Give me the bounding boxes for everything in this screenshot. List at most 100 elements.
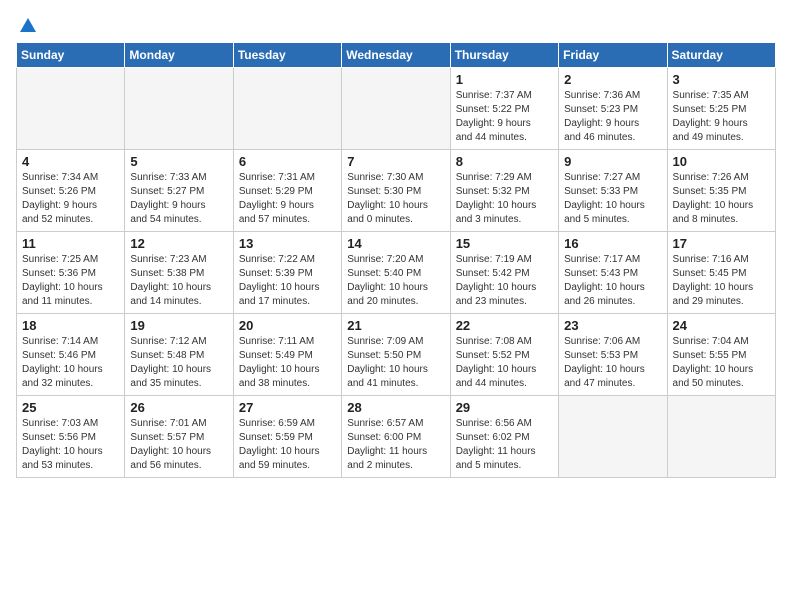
logo-icon <box>18 16 38 36</box>
day-number: 18 <box>22 318 119 333</box>
day-number: 24 <box>673 318 770 333</box>
day-content: Sunrise: 7:26 AM Sunset: 5:35 PM Dayligh… <box>673 171 770 227</box>
day-content: Sunrise: 7:31 AM Sunset: 5:29 PM Dayligh… <box>239 171 336 227</box>
day-number: 2 <box>564 72 661 87</box>
calendar-cell: 20 Sunrise: 7:11 AM Sunset: 5:49 PM Dayli… <box>233 314 341 396</box>
day-content: Sunrise: 7:36 AM Sunset: 5:23 PM Dayligh… <box>564 89 661 145</box>
calendar-cell <box>125 68 233 150</box>
header-tuesday: Tuesday <box>233 43 341 68</box>
day-content: Sunrise: 7:12 AM Sunset: 5:48 PM Dayligh… <box>130 335 227 391</box>
day-content: Sunrise: 7:33 AM Sunset: 5:27 PM Dayligh… <box>130 171 227 227</box>
day-content: Sunrise: 6:59 AM Sunset: 5:59 PM Dayligh… <box>239 417 336 473</box>
day-content: Sunrise: 7:19 AM Sunset: 5:42 PM Dayligh… <box>456 253 553 309</box>
calendar-cell: 29 Sunrise: 6:56 AM Sunset: 6:02 PM Dayli… <box>450 396 558 478</box>
day-number: 9 <box>564 154 661 169</box>
calendar-cell: 19 Sunrise: 7:12 AM Sunset: 5:48 PM Dayli… <box>125 314 233 396</box>
day-content: Sunrise: 7:27 AM Sunset: 5:33 PM Dayligh… <box>564 171 661 227</box>
day-number: 17 <box>673 236 770 251</box>
day-number: 25 <box>22 400 119 415</box>
day-number: 21 <box>347 318 444 333</box>
day-content: Sunrise: 7:11 AM Sunset: 5:49 PM Dayligh… <box>239 335 336 391</box>
day-number: 1 <box>456 72 553 87</box>
day-number: 12 <box>130 236 227 251</box>
day-content: Sunrise: 7:16 AM Sunset: 5:45 PM Dayligh… <box>673 253 770 309</box>
day-content: Sunrise: 7:06 AM Sunset: 5:53 PM Dayligh… <box>564 335 661 391</box>
day-content: Sunrise: 7:23 AM Sunset: 5:38 PM Dayligh… <box>130 253 227 309</box>
calendar-cell: 22Sunrise: 7:08 AM Sunset: 5:52 PM Dayli… <box>450 314 558 396</box>
calendar-cell: 17 Sunrise: 7:16 AM Sunset: 5:45 PM Dayli… <box>667 232 775 314</box>
day-content: Sunrise: 7:09 AM Sunset: 5:50 PM Dayligh… <box>347 335 444 391</box>
header-friday: Friday <box>559 43 667 68</box>
calendar-cell: 7 Sunrise: 7:30 AM Sunset: 5:30 PM Daylig… <box>342 150 450 232</box>
day-content: Sunrise: 7:20 AM Sunset: 5:40 PM Dayligh… <box>347 253 444 309</box>
day-number: 19 <box>130 318 227 333</box>
calendar-cell: 16Sunrise: 7:17 AM Sunset: 5:43 PM Dayli… <box>559 232 667 314</box>
day-number: 3 <box>673 72 770 87</box>
day-number: 14 <box>347 236 444 251</box>
page-header <box>16 16 776 30</box>
calendar-week-1: 1 Sunrise: 7:37 AM Sunset: 5:22 PM Daylig… <box>17 68 776 150</box>
calendar-cell: 4 Sunrise: 7:34 AM Sunset: 5:26 PM Daylig… <box>17 150 125 232</box>
calendar-cell <box>17 68 125 150</box>
day-content: Sunrise: 7:35 AM Sunset: 5:25 PM Dayligh… <box>673 89 770 145</box>
calendar-cell <box>667 396 775 478</box>
calendar-cell: 10 Sunrise: 7:26 AM Sunset: 5:35 PM Dayli… <box>667 150 775 232</box>
day-content: Sunrise: 6:57 AM Sunset: 6:00 PM Dayligh… <box>347 417 444 473</box>
day-content: Sunrise: 7:34 AM Sunset: 5:26 PM Dayligh… <box>22 171 119 227</box>
calendar-cell: 9 Sunrise: 7:27 AM Sunset: 5:33 PM Daylig… <box>559 150 667 232</box>
calendar-week-5: 25 Sunrise: 7:03 AM Sunset: 5:56 PM Dayli… <box>17 396 776 478</box>
day-content: Sunrise: 6:56 AM Sunset: 6:02 PM Dayligh… <box>456 417 553 473</box>
day-number: 15 <box>456 236 553 251</box>
day-number: 13 <box>239 236 336 251</box>
calendar-cell: 13 Sunrise: 7:22 AM Sunset: 5:39 PM Dayli… <box>233 232 341 314</box>
day-content: Sunrise: 7:04 AM Sunset: 5:55 PM Dayligh… <box>673 335 770 391</box>
day-content: Sunrise: 7:01 AM Sunset: 5:57 PM Dayligh… <box>130 417 227 473</box>
header-sunday: Sunday <box>17 43 125 68</box>
calendar-cell: 12 Sunrise: 7:23 AM Sunset: 5:38 PM Dayli… <box>125 232 233 314</box>
day-content: Sunrise: 7:17 AM Sunset: 5:43 PM Dayligh… <box>564 253 661 309</box>
calendar-week-2: 4 Sunrise: 7:34 AM Sunset: 5:26 PM Daylig… <box>17 150 776 232</box>
day-content: Sunrise: 7:37 AM Sunset: 5:22 PM Dayligh… <box>456 89 553 145</box>
calendar-cell: 27 Sunrise: 6:59 AM Sunset: 5:59 PM Dayli… <box>233 396 341 478</box>
day-number: 27 <box>239 400 336 415</box>
calendar-week-4: 18Sunrise: 7:14 AM Sunset: 5:46 PM Dayli… <box>17 314 776 396</box>
calendar-cell: 21 Sunrise: 7:09 AM Sunset: 5:50 PM Dayli… <box>342 314 450 396</box>
calendar-cell: 6 Sunrise: 7:31 AM Sunset: 5:29 PM Daylig… <box>233 150 341 232</box>
calendar-cell: 8 Sunrise: 7:29 AM Sunset: 5:32 PM Daylig… <box>450 150 558 232</box>
calendar-cell: 26 Sunrise: 7:01 AM Sunset: 5:57 PM Dayli… <box>125 396 233 478</box>
day-number: 20 <box>239 318 336 333</box>
calendar-cell: 3 Sunrise: 7:35 AM Sunset: 5:25 PM Daylig… <box>667 68 775 150</box>
calendar-cell: 25 Sunrise: 7:03 AM Sunset: 5:56 PM Dayli… <box>17 396 125 478</box>
calendar-week-3: 11 Sunrise: 7:25 AM Sunset: 5:36 PM Dayli… <box>17 232 776 314</box>
calendar-table: SundayMondayTuesdayWednesdayThursdayFrid… <box>16 42 776 478</box>
calendar-cell: 5Sunrise: 7:33 AM Sunset: 5:27 PM Daylig… <box>125 150 233 232</box>
day-content: Sunrise: 7:08 AM Sunset: 5:52 PM Dayligh… <box>456 335 553 391</box>
calendar-cell: 15 Sunrise: 7:19 AM Sunset: 5:42 PM Dayli… <box>450 232 558 314</box>
day-content: Sunrise: 7:25 AM Sunset: 5:36 PM Dayligh… <box>22 253 119 309</box>
day-number: 8 <box>456 154 553 169</box>
day-number: 23 <box>564 318 661 333</box>
header-saturday: Saturday <box>667 43 775 68</box>
day-content: Sunrise: 7:30 AM Sunset: 5:30 PM Dayligh… <box>347 171 444 227</box>
day-content: Sunrise: 7:03 AM Sunset: 5:56 PM Dayligh… <box>22 417 119 473</box>
calendar-cell: 18Sunrise: 7:14 AM Sunset: 5:46 PM Dayli… <box>17 314 125 396</box>
calendar-cell: 11 Sunrise: 7:25 AM Sunset: 5:36 PM Dayli… <box>17 232 125 314</box>
day-number: 4 <box>22 154 119 169</box>
calendar-cell: 23 Sunrise: 7:06 AM Sunset: 5:53 PM Dayli… <box>559 314 667 396</box>
day-number: 6 <box>239 154 336 169</box>
calendar-cell <box>559 396 667 478</box>
day-content: Sunrise: 7:22 AM Sunset: 5:39 PM Dayligh… <box>239 253 336 309</box>
day-number: 26 <box>130 400 227 415</box>
day-number: 7 <box>347 154 444 169</box>
day-number: 11 <box>22 236 119 251</box>
day-number: 29 <box>456 400 553 415</box>
calendar-cell: 24 Sunrise: 7:04 AM Sunset: 5:55 PM Dayli… <box>667 314 775 396</box>
logo <box>16 16 38 30</box>
calendar-cell <box>342 68 450 150</box>
calendar-cell: 2 Sunrise: 7:36 AM Sunset: 5:23 PM Daylig… <box>559 68 667 150</box>
header-monday: Monday <box>125 43 233 68</box>
day-number: 10 <box>673 154 770 169</box>
calendar-cell: 1 Sunrise: 7:37 AM Sunset: 5:22 PM Daylig… <box>450 68 558 150</box>
day-content: Sunrise: 7:29 AM Sunset: 5:32 PM Dayligh… <box>456 171 553 227</box>
day-number: 28 <box>347 400 444 415</box>
